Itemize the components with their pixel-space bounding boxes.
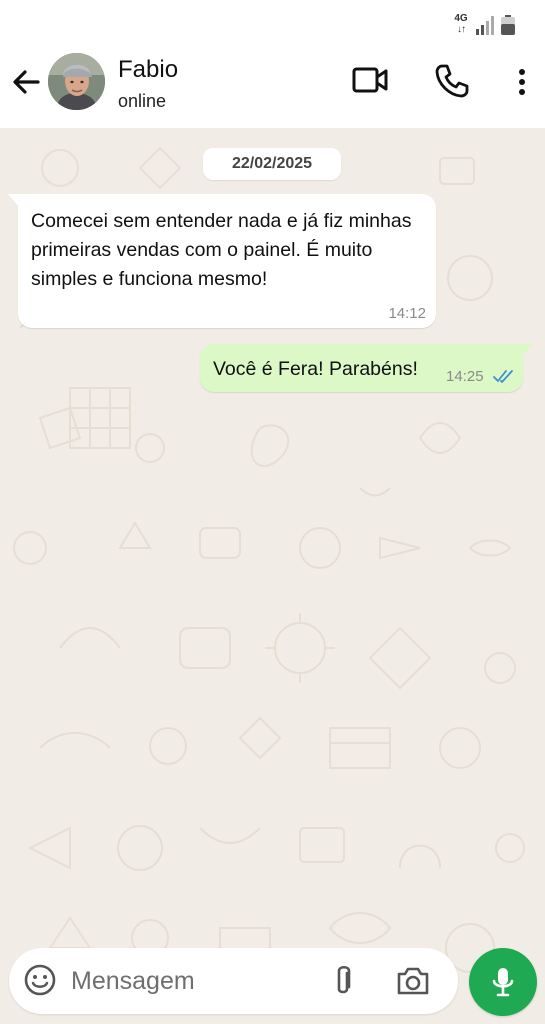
message-text: Comecei sem entender nada e já fiz minha…: [31, 210, 412, 290]
video-call-icon[interactable]: [350, 62, 390, 98]
camera-icon[interactable]: [395, 965, 431, 997]
signal-icon: [476, 16, 494, 35]
date-separator: 22/02/2025: [203, 148, 341, 180]
voice-message-button[interactable]: [469, 948, 537, 1016]
phone-icon[interactable]: [433, 62, 471, 100]
message-time: 14:12: [388, 305, 426, 322]
message-text: Você é Fera! Parabéns!: [213, 358, 418, 380]
chat-area[interactable]: 22/02/2025 Comecei sem entender nada e j…: [0, 128, 545, 1024]
battery-icon: [501, 15, 515, 35]
network-type: 4G: [454, 13, 468, 24]
avatar[interactable]: [48, 53, 105, 110]
message-input[interactable]: [71, 964, 311, 998]
back-arrow-icon[interactable]: [8, 64, 44, 100]
bubble-tail: [521, 344, 533, 358]
message-time: 14:25: [446, 368, 484, 385]
incoming-message-bubble[interactable]: Comecei sem entender nada e já fiz minha…: [8, 194, 436, 328]
chat-header: Fabio online: [0, 46, 545, 128]
mic-icon: [492, 968, 514, 997]
emoji-icon[interactable]: [23, 963, 57, 997]
bubble-tail: [8, 194, 20, 208]
data-arrows-icon: ↓↑: [457, 24, 466, 35]
contact-status: online: [118, 91, 167, 111]
more-vert-icon[interactable]: [510, 64, 534, 100]
network-indicator: 4G ↓↑: [451, 13, 471, 37]
double-check-read-icon: [493, 370, 513, 383]
status-bar: 4G ↓↑: [0, 0, 545, 46]
outgoing-message-bubble[interactable]: Você é Fera! Parabéns! 14:25: [200, 344, 533, 392]
message-composer: [9, 948, 458, 1014]
contact-name[interactable]: Fabio: [118, 56, 178, 84]
attach-icon[interactable]: [329, 963, 357, 999]
